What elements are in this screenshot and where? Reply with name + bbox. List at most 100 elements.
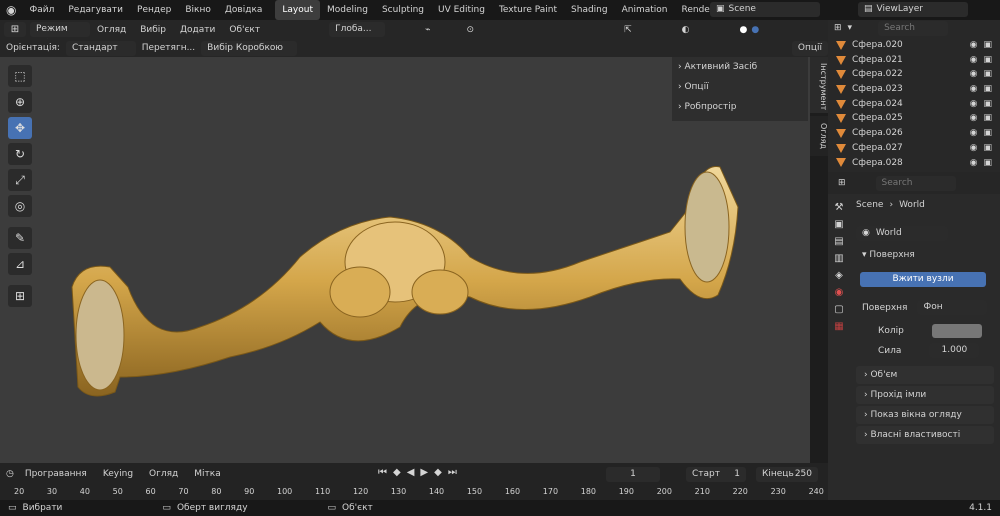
- shading-solid-icon[interactable]: ●: [739, 25, 747, 35]
- list-item[interactable]: Сфера.023 ◉ ▣: [828, 82, 1000, 97]
- world-selector[interactable]: ◉ World: [856, 226, 948, 241]
- select-tool-icon[interactable]: ⬚: [8, 65, 32, 87]
- sidebar-panel-item[interactable]: › Опції: [672, 77, 808, 97]
- scene-selector[interactable]: ▣ Scene: [710, 2, 820, 17]
- tab-shading[interactable]: Shading: [564, 0, 615, 20]
- output-tab-icon[interactable]: ▤: [834, 236, 843, 247]
- world-tab-icon[interactable]: ◉: [835, 287, 844, 298]
- viewlayer-selector[interactable]: ▤ ViewLayer: [858, 2, 968, 17]
- list-item[interactable]: Сфера.024 ◉ ▣: [828, 97, 1000, 112]
- outliner-search[interactable]: Search: [878, 20, 949, 36]
- viewport-menu-item[interactable]: Вибір: [133, 25, 173, 35]
- blender-logo-icon[interactable]: ◉: [0, 3, 22, 17]
- frame-ruler[interactable]: 20 30 40 50 60 70 80 90 100 110 120 130 140 150 160 170…: [14, 487, 824, 496]
- play-icon[interactable]: ▶: [420, 467, 428, 478]
- outliner-editor-icon[interactable]: ⊞: [834, 23, 842, 33]
- reverse-play-icon[interactable]: ◀: [407, 467, 415, 478]
- render-icon[interactable]: ▣: [983, 67, 992, 82]
- filter-icon[interactable]: ▾: [848, 23, 853, 33]
- add-cube-tool-icon[interactable]: ⊞: [8, 285, 32, 307]
- timeline-menu-item[interactable]: Огляд: [144, 469, 183, 479]
- surface-panel-header[interactable]: ▾ Поверхня: [862, 250, 915, 260]
- properties-editor-icon[interactable]: ⊞: [838, 178, 846, 188]
- view-layer-tab-icon[interactable]: ▥: [834, 253, 843, 264]
- tab-layout[interactable]: Layout: [275, 0, 321, 20]
- mode-select[interactable]: Режим Об'є...: [30, 22, 90, 49]
- menu-item[interactable]: Файл: [22, 0, 61, 20]
- texture-tab-icon[interactable]: ▦: [834, 321, 843, 332]
- drag-select[interactable]: Вибір Коробкою: [201, 40, 297, 56]
- list-item[interactable]: Сфера.027 ◉ ▣: [828, 141, 1000, 156]
- properties-search[interactable]: Search: [875, 175, 956, 191]
- list-item[interactable]: Сфера.020 ◉ ▣: [828, 38, 1000, 53]
- collapsed-panel[interactable]: › Власні властивості: [856, 426, 994, 444]
- surface-shader-field[interactable]: Фон: [917, 300, 988, 315]
- eye-icon[interactable]: ◉: [970, 97, 978, 112]
- tab-modeling[interactable]: Modeling: [320, 0, 375, 20]
- sidebar-panel-item[interactable]: › Активний Засіб: [672, 57, 808, 77]
- options-button[interactable]: Опції: [791, 40, 828, 56]
- collapsed-panel[interactable]: › Показ вікна огляду: [856, 406, 994, 424]
- collapsed-panel[interactable]: › Об'єм: [856, 366, 994, 384]
- list-item[interactable]: Сфера.026 ◉ ▣: [828, 126, 1000, 141]
- render-icon[interactable]: ▣: [983, 53, 992, 68]
- render-tab-icon[interactable]: ▣: [834, 219, 843, 230]
- current-frame-field[interactable]: 1: [606, 467, 660, 482]
- timeline-menu-item[interactable]: Мітка: [189, 469, 225, 479]
- next-key-icon[interactable]: ◆: [434, 467, 442, 478]
- shading-material-icon[interactable]: ●: [751, 25, 759, 35]
- start-frame-field[interactable]: Старт 1: [686, 467, 746, 482]
- viewport-menu-item[interactable]: Додати: [173, 25, 222, 35]
- list-item[interactable]: Сфера.022 ◉ ▣: [828, 67, 1000, 82]
- eye-icon[interactable]: ◉: [970, 156, 978, 171]
- menu-item[interactable]: Вікно: [178, 0, 218, 20]
- use-nodes-button[interactable]: Вжити вузли: [860, 272, 986, 287]
- tab-view[interactable]: Огляд: [810, 116, 828, 156]
- render-icon[interactable]: ▣: [983, 82, 992, 97]
- tab-tool[interactable]: Інструмент: [810, 57, 828, 113]
- snap-icon[interactable]: ⌁: [425, 25, 430, 35]
- color-swatch[interactable]: [931, 324, 982, 338]
- render-icon[interactable]: ▣: [983, 97, 992, 112]
- timeline-menu-item[interactable]: Keying: [98, 469, 138, 479]
- measure-tool-icon[interactable]: ⊿: [8, 253, 32, 275]
- transform-tool-icon[interactable]: ◎: [8, 195, 32, 217]
- collapsed-panel[interactable]: › Прохід імли: [856, 386, 994, 404]
- gizmo-icon[interactable]: ⇱: [624, 25, 632, 35]
- list-item[interactable]: Сфера.028 ◉ ▣: [828, 156, 1000, 171]
- list-item[interactable]: Сфера.025 ◉ ▣: [828, 111, 1000, 126]
- tool-tab-icon[interactable]: ⚒: [835, 202, 844, 213]
- eye-icon[interactable]: ◉: [970, 141, 978, 156]
- render-icon[interactable]: ▣: [983, 156, 992, 171]
- tab-uv-editing[interactable]: UV Editing: [431, 0, 492, 20]
- tab-animation[interactable]: Animation: [615, 0, 675, 20]
- scene-tab-icon[interactable]: ◈: [835, 270, 843, 281]
- list-item[interactable]: Сфера.021 ◉ ▣: [828, 53, 1000, 68]
- render-icon[interactable]: ▣: [983, 126, 992, 141]
- proportional-icon[interactable]: ⊙: [467, 25, 475, 35]
- viewport-menu-item[interactable]: Огляд: [90, 25, 133, 35]
- prev-key-icon[interactable]: ◆: [393, 467, 401, 478]
- overlay-icon[interactable]: ◐: [682, 25, 690, 35]
- menu-item[interactable]: Редагувати: [61, 0, 130, 20]
- end-frame-field[interactable]: Кінець 250: [756, 467, 818, 482]
- eye-icon[interactable]: ◉: [970, 53, 978, 68]
- eye-icon[interactable]: ◉: [970, 111, 978, 126]
- sidebar-panel-item[interactable]: › Робпростір: [672, 97, 808, 117]
- eye-icon[interactable]: ◉: [970, 126, 978, 141]
- transform-orientation[interactable]: Глоба...: [329, 22, 386, 37]
- annotate-tool-icon[interactable]: ✎: [8, 227, 32, 249]
- tab-texture-paint[interactable]: Texture Paint: [492, 0, 564, 20]
- strength-field[interactable]: 1.000: [929, 343, 980, 358]
- viewport-menu-item[interactable]: Об'єкт: [222, 25, 267, 35]
- menu-item[interactable]: Рендер: [130, 0, 178, 20]
- orientation-select[interactable]: Стандарт: [65, 40, 136, 56]
- timeline-menu-item[interactable]: Програвання: [20, 469, 92, 479]
- rotate-tool-icon[interactable]: ↻: [8, 143, 32, 165]
- collection-tab-icon[interactable]: ▢: [834, 304, 843, 315]
- jump-end-icon[interactable]: ⏭: [448, 467, 457, 478]
- scale-tool-icon[interactable]: ⤢: [8, 169, 32, 191]
- render-icon[interactable]: ▣: [983, 111, 992, 126]
- timeline-editor-icon[interactable]: ◷: [6, 469, 14, 479]
- render-icon[interactable]: ▣: [983, 38, 992, 53]
